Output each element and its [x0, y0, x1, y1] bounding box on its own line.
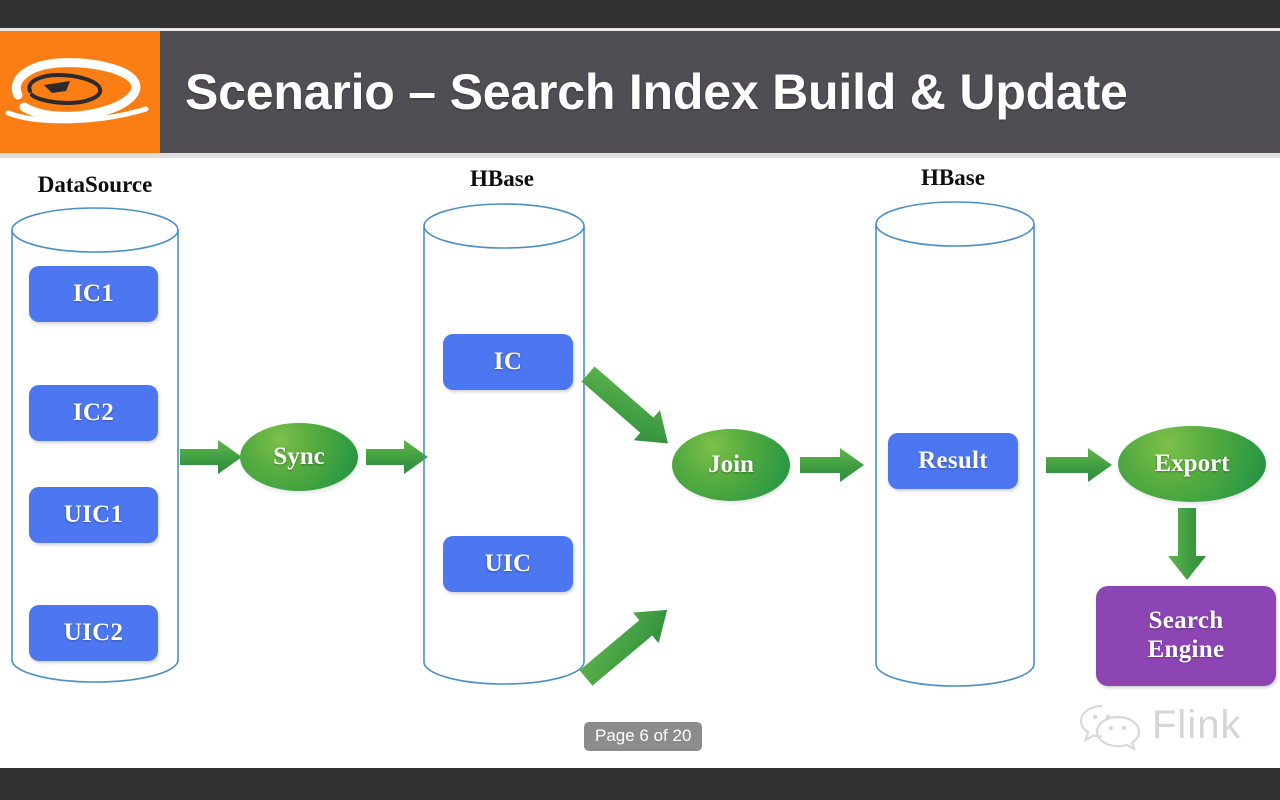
node-uic1[interactable]: UIC1: [29, 487, 158, 543]
search-engine-label-line1: Search: [1148, 607, 1224, 635]
watermark-label: Flink: [1152, 703, 1242, 747]
arrow-result-to-export: [1046, 446, 1118, 484]
cylinder-label-datasource: DataSource: [37, 172, 153, 197]
page-indicator: Page 6 of 20: [584, 722, 703, 751]
node-uic2[interactable]: UIC2: [29, 605, 158, 661]
cylinder-hbase-staging: [420, 200, 592, 692]
process-sync[interactable]: Sync: [240, 423, 358, 491]
node-search-engine[interactable]: Search Engine: [1096, 586, 1276, 686]
alibaba-logo: [0, 31, 160, 153]
node-result[interactable]: Result: [888, 433, 1018, 489]
slide-root: Scenario – Search Index Build & Update D…: [0, 0, 1280, 800]
wechat-icon: [1079, 704, 1141, 750]
node-ic1[interactable]: IC1: [29, 266, 158, 322]
cylinder-label-hbase-staging: HBase: [470, 166, 534, 191]
page-title: Scenario – Search Index Build & Update: [185, 64, 1128, 120]
arrow-join-to-result: [800, 446, 868, 484]
watermark: Flink: [1078, 700, 1241, 750]
cylinder-label-hbase-result: HBase: [921, 165, 985, 190]
alibaba-logo-icon: [5, 58, 149, 124]
arrow-export-to-search-engine: [1168, 508, 1210, 584]
arrow-datasource-to-sync: [180, 438, 246, 476]
node-ic[interactable]: IC: [443, 334, 573, 390]
node-uic[interactable]: UIC: [443, 536, 573, 592]
diagram-canvas: DataSource IC1 IC2 UIC1 UIC2 Sync HBase …: [0, 158, 1280, 768]
arrow-uic-to-join: [579, 609, 716, 768]
search-engine-label-line2: Engine: [1147, 636, 1225, 663]
node-ic2[interactable]: IC2: [29, 385, 158, 441]
process-join[interactable]: Join: [672, 429, 790, 501]
top-letterbox-bar: [0, 0, 1280, 28]
bottom-letterbox-bar: [0, 768, 1280, 800]
process-export[interactable]: Export: [1118, 426, 1266, 502]
